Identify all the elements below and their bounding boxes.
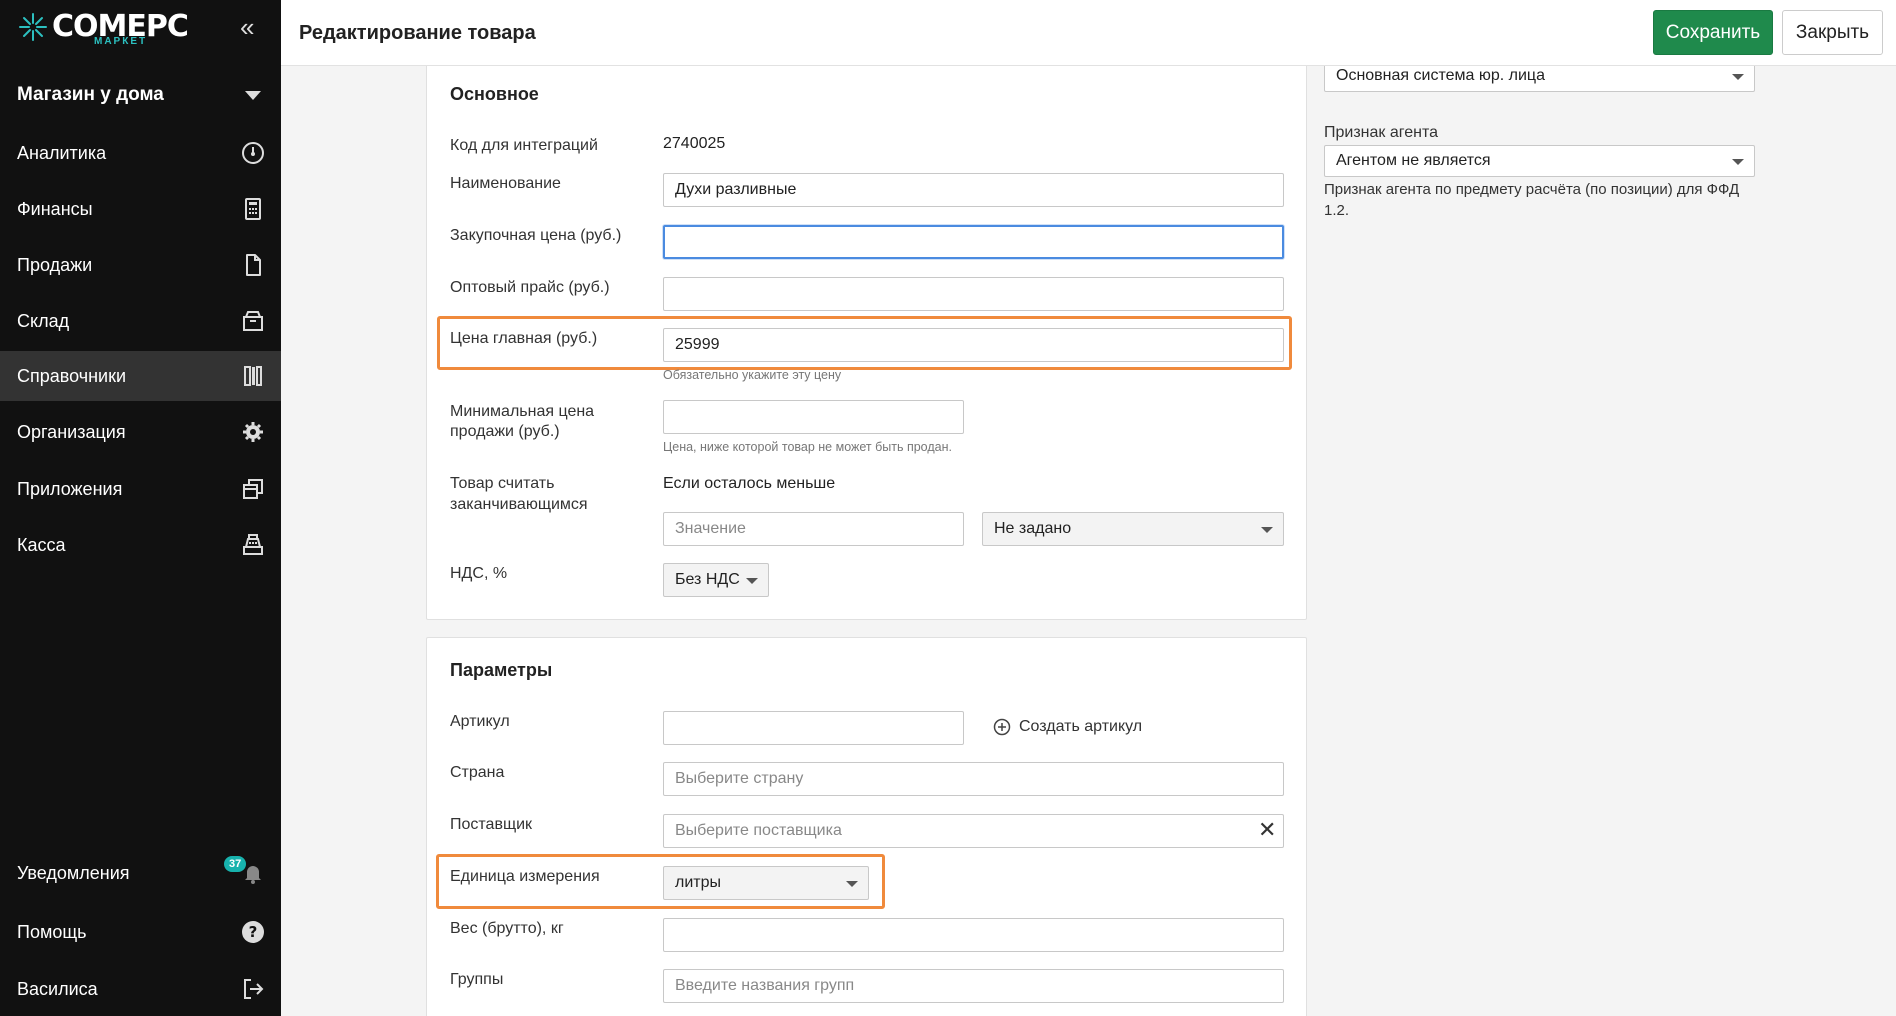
agent-select[interactable]: Агентом не является <box>1324 145 1755 177</box>
section-title-params: Параметры <box>450 660 553 680</box>
clear-icon[interactable]: ✕ <box>1258 819 1276 841</box>
agent-value: Агентом не является <box>1336 152 1491 169</box>
wholesale-price-label: Оптовый прайс (руб.) <box>450 279 610 296</box>
help-circle-icon: ? <box>241 920 265 944</box>
low-stock-unit-select[interactable]: Не задано <box>982 512 1284 546</box>
page-title: Редактирование товара <box>299 22 536 44</box>
wholesale-price-input[interactable] <box>663 277 1284 311</box>
topbar: Редактирование товара Сохранить Закрыть <box>281 0 1896 66</box>
vat-select[interactable]: Без НДС <box>663 563 769 597</box>
groups-label: Группы <box>450 971 504 988</box>
min-price-help: Цена, ниже которой товар не может быть п… <box>663 440 952 454</box>
low-stock-text: Если осталось меньше <box>663 475 836 492</box>
sidebar-item-organization[interactable]: Организация <box>0 407 281 457</box>
article-label: Артикул <box>450 713 510 730</box>
low-stock-value-input[interactable] <box>663 512 964 546</box>
collapse-sidebar-icon[interactable]: « <box>240 14 266 40</box>
sidebar-item-label: Организация <box>17 421 126 442</box>
svg-text:?: ? <box>249 923 258 941</box>
section-title-main: Основное <box>450 84 539 104</box>
country-input[interactable] <box>663 762 1284 796</box>
low-stock-label-line2: заканчивающимся <box>450 496 588 513</box>
sidebar-item-label: Склад <box>17 310 70 331</box>
main-price-input[interactable] <box>663 328 1284 362</box>
sidebar-item-label: Помощь <box>17 921 87 942</box>
windows-stack-icon <box>241 477 265 501</box>
unit-select[interactable]: литры <box>663 866 869 900</box>
calculator-icon <box>241 197 265 221</box>
sidebar-item-applications[interactable]: Приложения <box>0 464 281 514</box>
unit-value: литры <box>675 874 721 891</box>
name-input[interactable] <box>663 173 1284 207</box>
caret-down-icon <box>846 881 858 887</box>
logout-icon[interactable] <box>241 977 265 1001</box>
supplier-input[interactable] <box>663 814 1284 848</box>
tax-system-value: Основная система юр. лица <box>1336 67 1545 84</box>
sidebar-item-user[interactable]: Василиса <box>0 964 281 1014</box>
logo-star-icon <box>19 13 47 41</box>
notification-count-badge: 37 <box>224 856 247 872</box>
sidebar-item-directories[interactable]: Справочники <box>0 351 281 401</box>
caret-down-icon <box>1732 74 1744 80</box>
sidebar: COMEPC МАРКЕТ « Магазин у дома Аналитика… <box>0 0 281 1016</box>
sidebar-item-sales[interactable]: Продажи <box>0 240 281 290</box>
caret-down-icon <box>746 578 758 584</box>
cash-register-icon <box>241 533 265 557</box>
sidebar-item-help[interactable]: Помощь ? <box>0 907 281 957</box>
name-label: Наименование <box>450 175 561 192</box>
caret-down-icon <box>245 91 261 100</box>
store-name: Магазин у дома <box>17 84 164 105</box>
plus-circle-icon <box>993 718 1011 736</box>
create-article-label: Создать артикул <box>1019 718 1143 735</box>
weight-label: Вес (брутто), кг <box>450 920 564 937</box>
groups-input[interactable] <box>663 969 1284 1003</box>
min-price-label-line1: Минимальная цена <box>450 403 595 420</box>
main-price-help: Обязательно укажите эту цену <box>663 368 842 382</box>
save-button[interactable]: Сохранить <box>1653 10 1773 55</box>
vat-value: Без НДС <box>675 571 740 588</box>
sidebar-item-label: Финансы <box>17 198 93 219</box>
sidebar-item-label: Касса <box>17 534 66 555</box>
store-selector[interactable]: Магазин у дома <box>0 72 281 118</box>
agent-help: Признак агента по предмету расчёта (по п… <box>1324 181 1740 219</box>
sidebar-item-finance[interactable]: Финансы <box>0 184 281 234</box>
low-stock-label-line1: Товар считать <box>450 475 555 492</box>
main-price-label: Цена главная (руб.) <box>450 330 598 347</box>
create-article-button[interactable]: Создать артикул <box>993 718 1142 736</box>
country-label: Страна <box>450 764 505 781</box>
caret-down-icon <box>1261 527 1273 533</box>
logo[interactable]: COMEPC <box>18 10 189 56</box>
agent-label: Признак агента <box>1324 124 1439 141</box>
purchase-price-label: Закупочная цена (руб.) <box>450 227 622 244</box>
document-icon <box>241 253 265 277</box>
sidebar-item-label: Продажи <box>17 254 93 275</box>
gear-icon <box>241 420 265 444</box>
caret-down-icon <box>1732 159 1744 165</box>
sidebar-item-label: Приложения <box>17 478 123 499</box>
purchase-price-input[interactable] <box>663 225 1284 259</box>
sidebar-item-cashbox[interactable]: Касса <box>0 520 281 570</box>
user-name: Василиса <box>17 978 98 999</box>
integration-code-value: 2740025 <box>663 135 726 152</box>
article-input[interactable] <box>663 711 964 745</box>
min-price-label-line2: продажи (руб.) <box>450 423 560 440</box>
vat-label: НДС, % <box>450 565 508 582</box>
box-icon <box>241 309 265 333</box>
close-button[interactable]: Закрыть <box>1782 10 1883 55</box>
min-price-input[interactable] <box>663 400 964 434</box>
sidebar-item-label: Аналитика <box>17 142 107 163</box>
sidebar-item-label: Уведомления <box>17 862 130 883</box>
low-stock-unit-value: Не задано <box>994 520 1072 537</box>
logo-subtitle: МАРКЕТ <box>94 36 148 47</box>
dashboard-gauge-icon <box>241 141 265 165</box>
supplier-label: Поставщик <box>450 816 533 833</box>
sidebar-item-label: Справочники <box>17 365 127 386</box>
sidebar-item-analytics[interactable]: Аналитика <box>0 128 281 178</box>
sidebar-item-warehouse[interactable]: Склад <box>0 296 281 346</box>
integration-code-label: Код для интеграций <box>450 137 598 154</box>
weight-input[interactable] <box>663 918 1284 952</box>
unit-label: Единица измерения <box>450 868 600 885</box>
books-icon <box>241 364 265 388</box>
